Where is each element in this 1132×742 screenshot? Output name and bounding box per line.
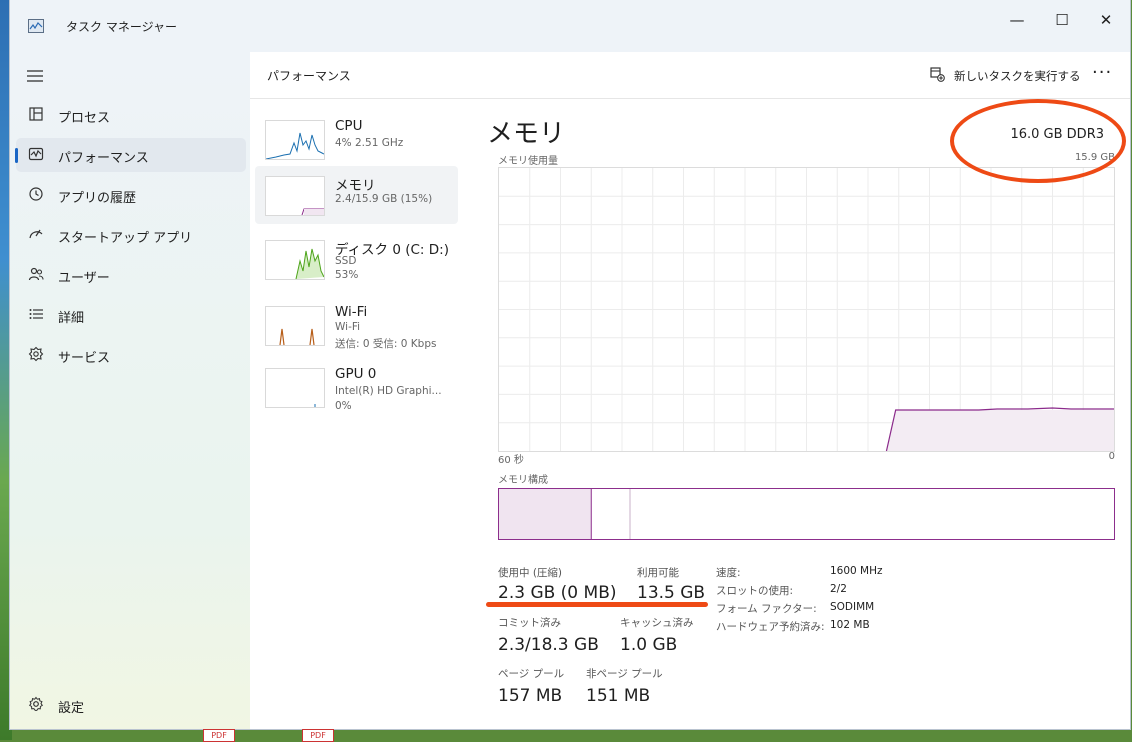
- resource-detail: Wi-Fi: [335, 321, 361, 333]
- new-task-icon: [930, 67, 945, 86]
- services-icon: [28, 346, 44, 362]
- graph-time-right: 0: [1108, 451, 1115, 462]
- sidebar-item-label: プロセス: [58, 111, 111, 126]
- minimize-button[interactable]: —: [996, 6, 1038, 34]
- memory-composition-bar: [498, 488, 1115, 540]
- sidebar-item-app-history[interactable]: アプリの履歴: [16, 178, 246, 212]
- processes-icon: [28, 106, 44, 122]
- paged-pool-label: ページ プール: [498, 668, 565, 680]
- form-factor-value: SODIMM: [830, 601, 875, 613]
- gpu-sparkline: [265, 368, 325, 408]
- users-icon: [28, 266, 44, 282]
- sidebar: プロセス パフォーマンス アプリの履歴 スタートアップ アプリ ユーザー 詳細 …: [10, 52, 250, 729]
- committed-value: 2.3/18.3 GB: [498, 635, 599, 655]
- annotation-ellipse: [950, 99, 1126, 183]
- sidebar-item-label: サービス: [58, 351, 111, 366]
- resource-name: メモリ: [335, 178, 376, 194]
- sidebar-item-label: アプリの履歴: [58, 191, 137, 206]
- history-icon: [28, 186, 44, 202]
- composition-in-use: [499, 489, 592, 539]
- close-button[interactable]: ✕: [1085, 6, 1127, 34]
- sidebar-item-services[interactable]: サービス: [16, 338, 246, 372]
- resource-item-gpu[interactable]: GPU 0 Intel(R) HD Graphi... 0%: [255, 358, 458, 416]
- hardware-reserved-value: 102 MB: [830, 619, 870, 631]
- title-bar: タスク マネージャー — ☐ ✕: [10, 0, 1130, 52]
- sidebar-item-startup-apps[interactable]: スタートアップ アプリ: [16, 218, 246, 252]
- form-factor-key: フォーム ファクター:: [716, 603, 817, 615]
- sidebar-item-label: ユーザー: [58, 271, 110, 286]
- sidebar-item-performance[interactable]: パフォーマンス: [15, 138, 246, 172]
- active-indicator: [15, 148, 18, 163]
- new-task-label: 新しいタスクを実行する: [954, 69, 1081, 83]
- resource-item-memory[interactable]: メモリ 2.4/15.9 GB (15%): [255, 166, 458, 224]
- maximize-button[interactable]: ☐: [1041, 6, 1083, 34]
- resource-item-cpu[interactable]: CPU 4% 2.51 GHz: [255, 110, 458, 168]
- disk-sparkline: [265, 240, 325, 280]
- resource-detail-2: 53%: [335, 269, 359, 281]
- nonpaged-pool-value: 151 MB: [586, 686, 651, 706]
- sidebar-item-label: パフォーマンス: [58, 151, 149, 166]
- resource-detail-2: 送信: 0 受信: 0 Kbps: [335, 338, 437, 350]
- in-use-label: 使用中 (圧縮): [498, 567, 563, 579]
- taskbar-pdf-thumbnail[interactable]: PDF: [203, 729, 235, 742]
- sidebar-item-processes[interactable]: プロセス: [16, 98, 246, 132]
- hamburger-menu-icon[interactable]: [26, 68, 44, 87]
- resource-detail: SSD: [335, 255, 357, 267]
- resource-detail: Intel(R) HD Graphi...: [335, 385, 442, 397]
- cached-value: 1.0 GB: [620, 635, 678, 655]
- memory-heading: メモリ: [487, 119, 566, 149]
- available-label: 利用可能: [637, 567, 679, 579]
- memory-composition-label: メモリ構成: [498, 475, 548, 486]
- speed-value: 1600 MHz: [830, 565, 883, 577]
- cpu-sparkline: [265, 120, 325, 160]
- annotation-underline: [486, 602, 708, 607]
- resource-detail-2: 0%: [335, 400, 352, 412]
- speed-key: 速度:: [716, 567, 741, 579]
- window-title: タスク マネージャー: [66, 20, 177, 34]
- resource-item-disk[interactable]: ディスク 0 (C: D:) SSD 53%: [255, 230, 458, 288]
- gear-icon: [28, 696, 44, 712]
- resource-name: CPU: [335, 118, 363, 134]
- page-title: パフォーマンス: [267, 69, 351, 83]
- graph-time-left: 60 秒: [498, 455, 524, 466]
- more-options-button[interactable]: ···: [1092, 62, 1112, 83]
- memory-usage-label: メモリ使用量: [498, 156, 558, 167]
- memory-usage-graph: [498, 167, 1115, 452]
- startup-icon: [28, 226, 44, 242]
- sidebar-item-label: 詳細: [58, 311, 85, 326]
- slots-value: 2/2: [830, 583, 847, 595]
- taskbar-pdf-thumbnail[interactable]: PDF: [302, 729, 334, 742]
- settings-label: 設定: [58, 701, 85, 716]
- performance-icon: [28, 146, 44, 162]
- available-value: 13.5 GB: [637, 583, 706, 603]
- resource-detail: 2.4/15.9 GB (15%): [335, 193, 433, 205]
- task-manager-window: タスク マネージャー — ☐ ✕ プロセス パフォーマンス アプリの履歴 スター…: [10, 0, 1130, 729]
- task-manager-app-icon: [28, 19, 44, 33]
- sidebar-item-settings[interactable]: 設定: [16, 688, 246, 722]
- resource-name: GPU 0: [335, 366, 377, 382]
- paged-pool-value: 157 MB: [498, 686, 563, 706]
- main-content: パフォーマンス 新しいタスクを実行する ··· CPU 4% 2.51 GHz …: [250, 52, 1130, 729]
- content-header: パフォーマンス 新しいタスクを実行する ···: [250, 52, 1130, 99]
- memory-sparkline: [265, 176, 325, 216]
- resource-detail: 4% 2.51 GHz: [335, 137, 404, 149]
- memory-usage-area: [886, 409, 1114, 451]
- slots-key: スロットの使用:: [716, 585, 794, 597]
- in-use-value: 2.3 GB (0 MB): [498, 583, 617, 603]
- cached-label: キャッシュ済み: [620, 617, 694, 629]
- sidebar-item-label: スタートアップ アプリ: [58, 231, 193, 246]
- nonpaged-pool-label: 非ページ プール: [586, 668, 663, 680]
- details-icon: [28, 306, 44, 322]
- sidebar-item-details[interactable]: 詳細: [16, 298, 246, 332]
- hardware-reserved-key: ハードウェア予約済み:: [716, 621, 825, 633]
- committed-label: コミット済み: [498, 617, 561, 629]
- sidebar-item-users[interactable]: ユーザー: [16, 258, 246, 292]
- resource-name: Wi-Fi: [335, 304, 368, 320]
- new-task-button[interactable]: 新しいタスクを実行する: [930, 66, 1081, 86]
- resource-item-wifi[interactable]: Wi-Fi Wi-Fi 送信: 0 受信: 0 Kbps: [255, 296, 458, 354]
- wifi-sparkline: [265, 306, 325, 346]
